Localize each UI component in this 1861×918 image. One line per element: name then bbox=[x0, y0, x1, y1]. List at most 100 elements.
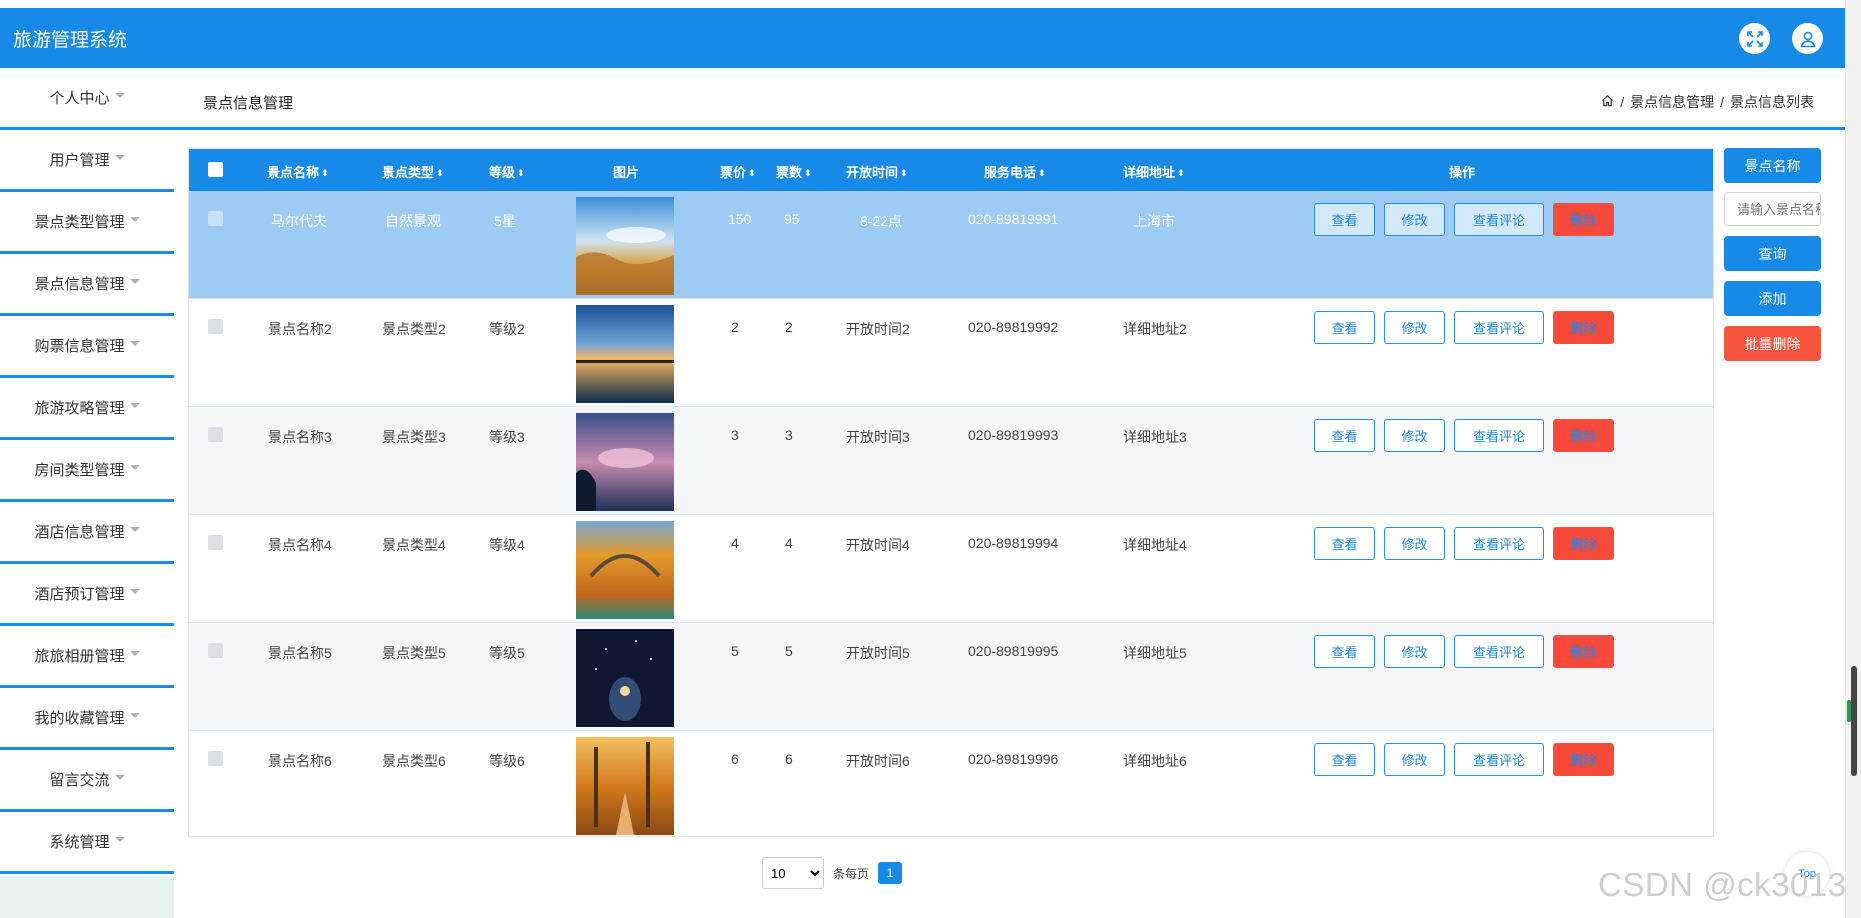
cell-address: 详细地址2 bbox=[1123, 321, 1187, 337]
sort-icon: ⬍ bbox=[436, 168, 444, 178]
chevron-down-icon bbox=[114, 93, 125, 98]
sidebar-item-messages[interactable]: 留言交流 bbox=[0, 750, 174, 812]
view-button[interactable]: 查看 bbox=[1314, 743, 1375, 776]
sidebar-item-system[interactable]: 系统管理 bbox=[0, 812, 174, 874]
delete-button[interactable]: 删除 bbox=[1553, 311, 1614, 344]
view-button[interactable]: 查看 bbox=[1314, 311, 1375, 344]
column-label: 服务电话 bbox=[984, 165, 1037, 180]
chevron-down-icon bbox=[129, 651, 140, 656]
edit-button[interactable]: 修改 bbox=[1384, 203, 1445, 236]
column-header-price[interactable]: 票价 ⬍ bbox=[720, 162, 756, 181]
sidebar-item-label: 景点类型管理 bbox=[34, 214, 125, 231]
sidebar-item-hotel-bookings[interactable]: 酒店预订管理 bbox=[0, 564, 174, 626]
cell-price: 3 bbox=[731, 427, 739, 443]
spot-image[interactable] bbox=[576, 413, 674, 511]
view-comments-button[interactable]: 查看评论 bbox=[1454, 311, 1544, 344]
column-header-tickets[interactable]: 票数 ⬍ bbox=[776, 162, 812, 181]
sidebar-item-label: 酒店信息管理 bbox=[34, 524, 125, 541]
cell-address: 详细地址6 bbox=[1123, 753, 1187, 769]
edit-button[interactable]: 修改 bbox=[1384, 743, 1445, 776]
chevron-down-icon bbox=[129, 341, 140, 346]
sidebar-item-label: 留言交流 bbox=[49, 772, 110, 789]
table-row[interactable]: 景点名称4 景点类型4 等级4 4 4 开放时间4 020-89819994 详… bbox=[189, 515, 1713, 623]
scroll-thumb[interactable] bbox=[1851, 666, 1857, 776]
column-header-phone[interactable]: 服务电话 ⬍ bbox=[984, 162, 1046, 181]
cell-level: 5星 bbox=[494, 213, 516, 229]
column-header-type[interactable]: 景点类型 ⬍ bbox=[382, 162, 444, 181]
search-input[interactable] bbox=[1724, 192, 1821, 226]
sidebar-item-personal-center[interactable]: 个人中心 bbox=[0, 68, 174, 130]
sidebar-item-label: 我的收藏管理 bbox=[34, 710, 125, 727]
column-header-name[interactable]: 景点名称 ⬍ bbox=[267, 162, 329, 181]
cell-level: 等级5 bbox=[489, 645, 525, 661]
add-button[interactable]: 添加 bbox=[1724, 281, 1821, 316]
delete-button[interactable]: 删除 bbox=[1553, 419, 1614, 452]
sort-icon: ⬍ bbox=[1177, 168, 1185, 178]
row-checkbox[interactable] bbox=[208, 319, 223, 334]
row-checkbox[interactable] bbox=[208, 751, 223, 766]
view-button[interactable]: 查看 bbox=[1314, 527, 1375, 560]
spot-image[interactable] bbox=[576, 305, 674, 403]
sidebar-item-users[interactable]: 用户管理 bbox=[0, 130, 174, 192]
sidebar-item-favorites[interactable]: 我的收藏管理 bbox=[0, 688, 174, 750]
chevron-down-icon bbox=[129, 217, 140, 222]
edit-button[interactable]: 修改 bbox=[1384, 419, 1445, 452]
sidebar-item-hotels[interactable]: 酒店信息管理 bbox=[0, 502, 174, 564]
row-checkbox[interactable] bbox=[208, 535, 223, 550]
cell-phone: 020-89819994 bbox=[968, 535, 1059, 551]
delete-button[interactable]: 删除 bbox=[1553, 527, 1614, 560]
view-comments-button[interactable]: 查看评论 bbox=[1454, 419, 1544, 452]
row-checkbox[interactable] bbox=[208, 427, 223, 442]
page-number-current[interactable]: 1 bbox=[878, 862, 903, 884]
table-row[interactable]: 景点名称6 景点类型6 等级6 6 6 开放时间6 020-89819996 详… bbox=[189, 731, 1713, 836]
table-header: 景点名称 ⬍ 景点类型 ⬍ 等级 ⬍ 图片 票价 ⬍ 票数 ⬍ 开放时间 ⬍ 服务电话 ⬍ 详… bbox=[189, 149, 1713, 191]
row-checkbox[interactable] bbox=[208, 211, 223, 226]
row-checkbox[interactable] bbox=[208, 643, 223, 658]
sort-icon: ⬍ bbox=[1038, 168, 1046, 178]
sidebar-item-spot-info[interactable]: 景点信息管理 bbox=[0, 254, 174, 316]
home-icon[interactable] bbox=[1601, 94, 1614, 110]
sidebar-item-label: 个人中心 bbox=[49, 90, 110, 107]
spot-image[interactable] bbox=[576, 197, 674, 295]
delete-button[interactable]: 删除 bbox=[1553, 203, 1614, 236]
table-row[interactable]: 景点名称5 景点类型5 等级5 5 5 开放时间5 020-89819995 详… bbox=[189, 623, 1713, 731]
sidebar-item-albums[interactable]: 旅旅相册管理 bbox=[0, 626, 174, 688]
delete-button[interactable]: 删除 bbox=[1553, 743, 1614, 776]
cell-phone: 020-89819995 bbox=[968, 643, 1059, 659]
view-comments-button[interactable]: 查看评论 bbox=[1454, 743, 1544, 776]
column-header-hours[interactable]: 开放时间 ⬍ bbox=[846, 162, 908, 181]
column-header-level[interactable]: 等级 ⬍ bbox=[489, 162, 525, 181]
edit-button[interactable]: 修改 bbox=[1384, 635, 1445, 668]
sidebar-item-room-types[interactable]: 房间类型管理 bbox=[0, 440, 174, 502]
view-comments-button[interactable]: 查看评论 bbox=[1454, 527, 1544, 560]
delete-button[interactable]: 删除 bbox=[1553, 635, 1614, 668]
sidebar-item-tickets[interactable]: 购票信息管理 bbox=[0, 316, 174, 378]
view-comments-button[interactable]: 查看评论 bbox=[1454, 203, 1544, 236]
view-button[interactable]: 查看 bbox=[1314, 419, 1375, 452]
column-header-address[interactable]: 详细地址 ⬍ bbox=[1123, 162, 1185, 181]
user-icon[interactable] bbox=[1792, 23, 1823, 54]
select-all-checkbox[interactable] bbox=[208, 162, 223, 177]
table-row[interactable]: 景点名称2 景点类型2 等级2 2 2 开放时间2 020-89819992 详… bbox=[189, 299, 1713, 407]
view-button[interactable]: 查看 bbox=[1314, 635, 1375, 668]
scrollbar[interactable] bbox=[1845, 0, 1861, 918]
content-header: 景点信息管理 / 景点信息管理 / 景点信息列表 bbox=[174, 68, 1845, 130]
table-row[interactable]: 景点名称3 景点类型3 等级3 3 3 开放时间3 020-89819993 详… bbox=[189, 407, 1713, 515]
query-button[interactable]: 查询 bbox=[1724, 236, 1821, 271]
spot-image[interactable] bbox=[576, 521, 674, 619]
column-header-actions: 操作 bbox=[1449, 165, 1476, 180]
sidebar-item-label: 系统管理 bbox=[49, 834, 110, 851]
spot-image[interactable] bbox=[576, 629, 674, 727]
view-button[interactable]: 查看 bbox=[1314, 203, 1375, 236]
view-comments-button[interactable]: 查看评论 bbox=[1454, 635, 1544, 668]
table-row[interactable]: 马尔代夫 自然景观 5星 150 95 8-22点 020-89819991 上… bbox=[189, 191, 1713, 299]
sidebar-item-guides[interactable]: 旅游攻略管理 bbox=[0, 378, 174, 440]
page-size-select[interactable]: 10 bbox=[762, 857, 824, 889]
spot-image[interactable] bbox=[576, 737, 674, 835]
batch-delete-button[interactable]: 批量删除 bbox=[1724, 326, 1821, 361]
sidebar-item-spot-types[interactable]: 景点类型管理 bbox=[0, 192, 174, 254]
edit-button[interactable]: 修改 bbox=[1384, 527, 1445, 560]
breadcrumb-item[interactable]: 景点信息管理 bbox=[1630, 92, 1714, 112]
fullscreen-icon[interactable] bbox=[1739, 23, 1770, 54]
edit-button[interactable]: 修改 bbox=[1384, 311, 1445, 344]
